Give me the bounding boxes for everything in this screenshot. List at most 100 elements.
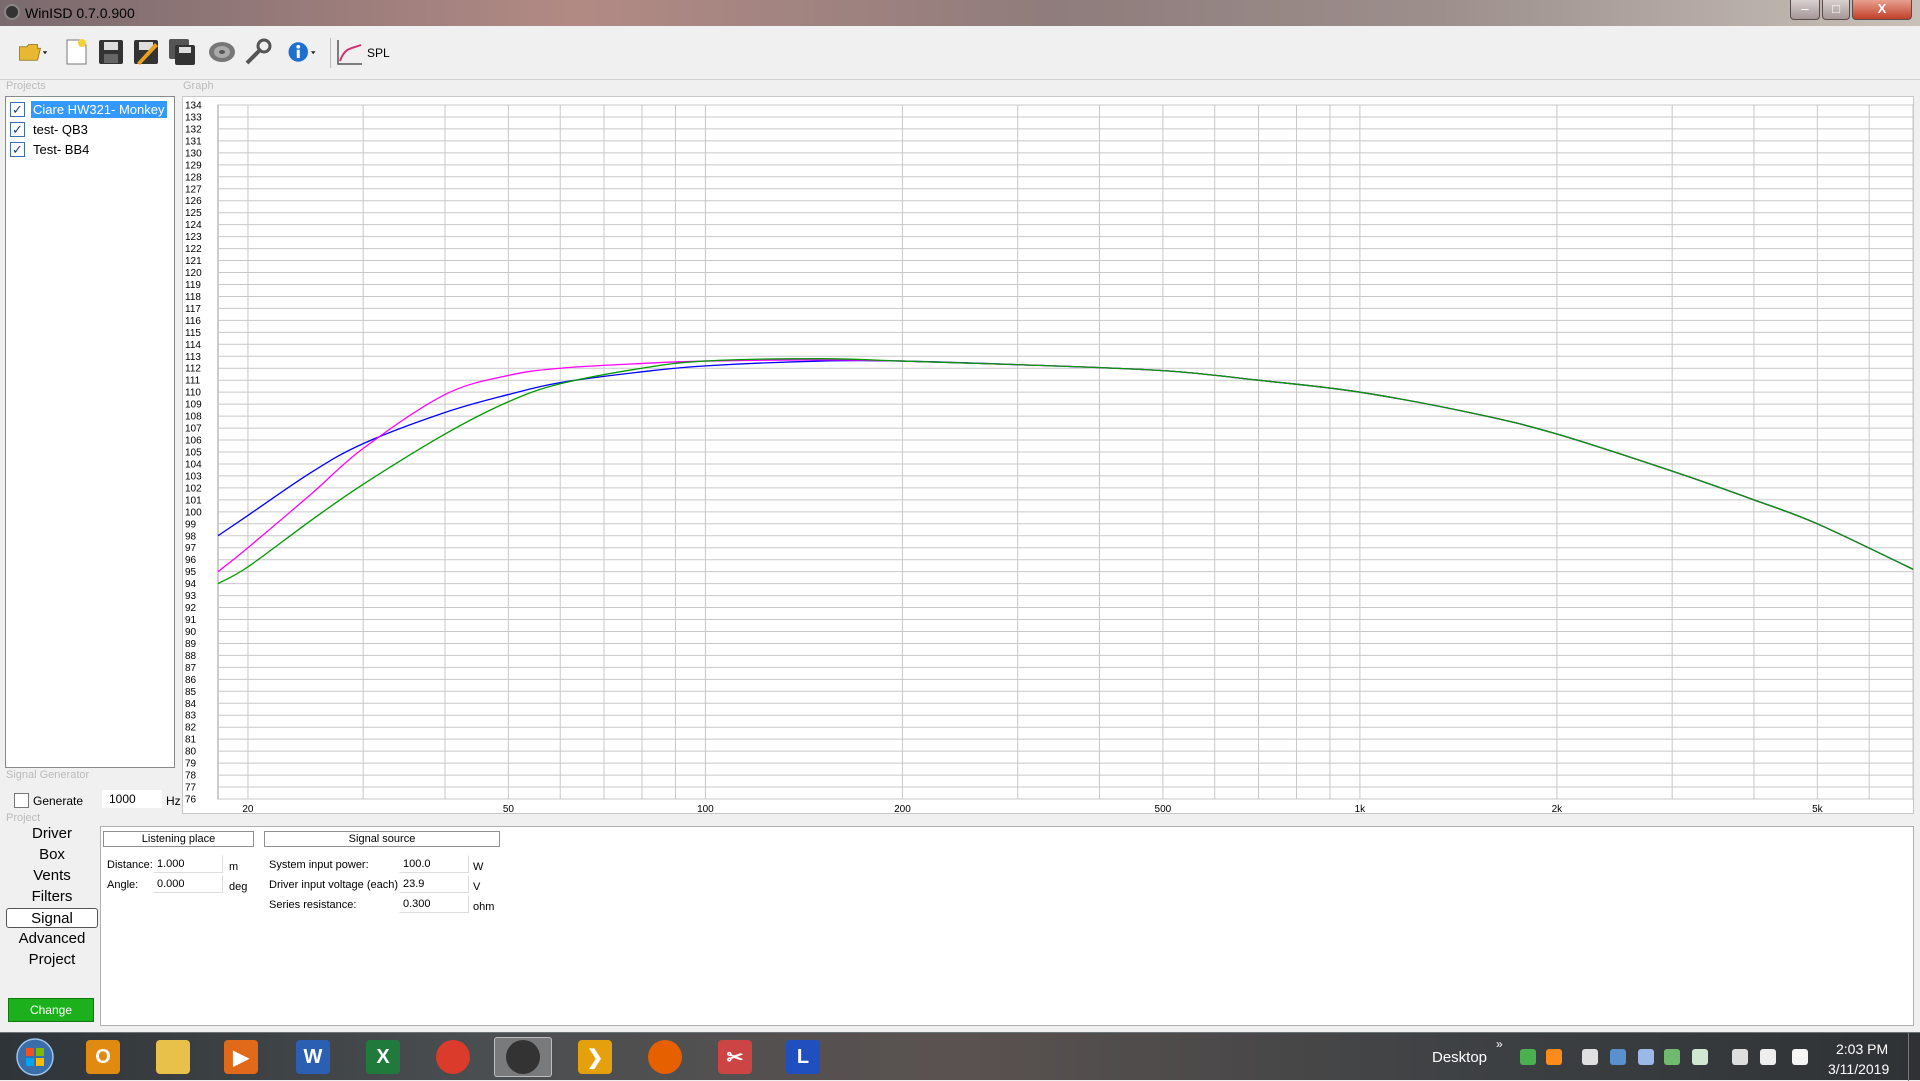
project-name[interactable]: Test- BB4 <box>31 141 91 158</box>
wrench-tools-icon[interactable] <box>242 36 274 68</box>
clock-time[interactable]: 2:03 PM <box>1836 1041 1888 1057</box>
y-tick-label: 100 <box>185 507 202 518</box>
project-checkbox[interactable]: ✓ <box>10 141 25 157</box>
project-item-ciare-hw321[interactable]: ✓ Ciare HW321- Monkey <box>10 99 167 119</box>
tray-network-share-icon[interactable] <box>1638 1049 1654 1065</box>
spl-graph-icon[interactable] <box>334 36 366 68</box>
distance-label: Distance: <box>107 859 153 871</box>
nav-filters[interactable]: Filters <box>6 887 98 907</box>
project-name[interactable]: Ciare HW321- Monkey <box>31 100 167 118</box>
generate-checkbox[interactable] <box>14 793 29 808</box>
series-resistance-input[interactable]: 0.300 <box>399 895 469 913</box>
project-item-test-qb3[interactable]: ✓ test- QB3 <box>10 119 90 139</box>
nav-box[interactable]: Box <box>6 845 98 865</box>
nav-vents[interactable]: Vents <box>6 866 98 886</box>
taskbar: O ▶ W X ❯ ✂ L Desktop » 2:03 PM 3/11/2019 <box>0 1032 1920 1081</box>
y-tick-label: 130 <box>185 148 202 159</box>
tray-notification-icon[interactable] <box>1546 1049 1562 1065</box>
open-folder-icon[interactable] <box>10 36 56 68</box>
tray-eye-icon[interactable] <box>1610 1049 1626 1065</box>
start-button[interactable] <box>6 1037 64 1077</box>
taskbar-outlook-button[interactable]: O <box>74 1037 132 1077</box>
info-icon[interactable] <box>280 36 324 68</box>
distance-unit: m <box>229 861 239 873</box>
close-button[interactable]: X <box>1852 0 1912 20</box>
taskbar-media-player-button[interactable]: ▶ <box>212 1037 270 1077</box>
y-tick-label: 97 <box>185 543 197 554</box>
y-tick-label: 106 <box>185 436 202 447</box>
y-tick-label: 133 <box>185 112 202 123</box>
desktop-toolbar-label[interactable]: Desktop <box>1432 1049 1487 1066</box>
y-tick-label: 95 <box>185 567 197 578</box>
nav-driver[interactable]: Driver <box>6 824 98 844</box>
y-tick-label: 115 <box>185 328 201 339</box>
spl-label[interactable]: SPL <box>367 46 390 60</box>
taskbar-word-button[interactable]: W <box>284 1037 342 1077</box>
clock-date[interactable]: 3/11/2019 <box>1828 1061 1889 1077</box>
system-input-power-input[interactable]: 100.0 <box>399 855 469 873</box>
signal-details-panel: Listening place Signal source Distance: … <box>100 826 1914 1026</box>
y-tick-label: 132 <box>185 124 202 135</box>
tray-chrome-icon[interactable] <box>1582 1049 1598 1065</box>
taskbar-snipping-tool-button[interactable]: ✂ <box>706 1037 764 1077</box>
frequency-input[interactable]: 1000 <box>102 790 162 808</box>
taskbar-plex-button[interactable]: ❯ <box>566 1037 624 1077</box>
taskbar-firefox-button[interactable] <box>636 1037 694 1077</box>
change-button[interactable]: Change <box>8 998 94 1022</box>
y-tick-label: 88 <box>185 651 197 662</box>
y-tick-label: 91 <box>185 615 197 626</box>
action-center-flag-icon[interactable] <box>1792 1049 1808 1065</box>
distance-input[interactable]: 1.000 <box>153 855 223 873</box>
windows-start-icon <box>16 1038 54 1076</box>
project-name[interactable]: test- QB3 <box>31 121 90 138</box>
taskbar-winisd-button[interactable] <box>494 1037 552 1077</box>
tray-app-icon[interactable] <box>1520 1049 1536 1065</box>
y-tick-label: 118 <box>185 292 201 303</box>
nav-advanced[interactable]: Advanced <box>6 929 98 949</box>
maximize-button[interactable]: □ <box>1822 0 1850 20</box>
nav-signal[interactable]: Signal <box>6 908 98 928</box>
project-section-label: Project <box>6 812 41 824</box>
driver-speaker-icon[interactable] <box>206 36 238 68</box>
y-tick-label: 92 <box>185 603 197 614</box>
y-tick-label: 117 <box>185 304 201 315</box>
show-desktop-button[interactable] <box>1908 1033 1920 1081</box>
tray-sync-icon[interactable] <box>1664 1049 1680 1065</box>
y-tick-label: 108 <box>185 412 202 423</box>
new-file-icon[interactable] <box>60 36 92 68</box>
y-tick-label: 98 <box>185 531 197 542</box>
y-tick-label: 105 <box>185 448 202 459</box>
network-icon[interactable] <box>1760 1049 1776 1065</box>
project-item-test-bb4[interactable]: ✓ Test- BB4 <box>10 139 91 159</box>
taskbar-ltspice-button[interactable]: L <box>774 1037 832 1077</box>
x-tick-label: 50 <box>503 804 515 815</box>
driver-input-voltage-input[interactable]: 23.9 <box>399 875 469 893</box>
angle-unit: deg <box>229 881 248 893</box>
word-icon: W <box>296 1040 330 1074</box>
y-tick-label: 134 <box>185 101 202 112</box>
taskbar-file-explorer-button[interactable] <box>144 1037 202 1077</box>
taskbar-chrome-button[interactable] <box>424 1037 482 1077</box>
y-tick-label: 123 <box>185 232 202 243</box>
y-tick-label: 103 <box>185 471 202 482</box>
desktop-toolbar-chevron[interactable]: » <box>1496 1037 1503 1051</box>
nav-project[interactable]: Project <box>6 950 98 970</box>
signal-generator: Generate 1000 Hz <box>14 790 181 810</box>
angle-input[interactable]: 0.000 <box>153 875 223 893</box>
save-icon[interactable] <box>95 36 127 68</box>
plex-icon: ❯ <box>578 1040 612 1074</box>
tray-update-icon[interactable] <box>1692 1049 1708 1065</box>
minimize-button[interactable]: ‒ <box>1790 0 1820 20</box>
taskbar-excel-button[interactable]: X <box>354 1037 412 1077</box>
volume-icon[interactable] <box>1732 1049 1748 1065</box>
winisd-app-icon[interactable] <box>4 4 20 20</box>
save-as-icon[interactable] <box>130 36 162 68</box>
spl-graph[interactable]: 76 77 78 79 80 81 82 83 84 85 86 87 88 89 90 91 92 93 94 95… <box>182 96 1914 815</box>
y-tick-label: 84 <box>185 699 197 710</box>
save-all-icon[interactable] <box>166 36 198 68</box>
project-checkbox[interactable]: ✓ <box>10 101 25 117</box>
y-tick-label: 128 <box>185 172 202 183</box>
project-checkbox[interactable]: ✓ <box>10 121 25 137</box>
signal-source-header: Signal source <box>264 831 500 847</box>
signal-generator-section-label: Signal Generator <box>6 769 90 781</box>
